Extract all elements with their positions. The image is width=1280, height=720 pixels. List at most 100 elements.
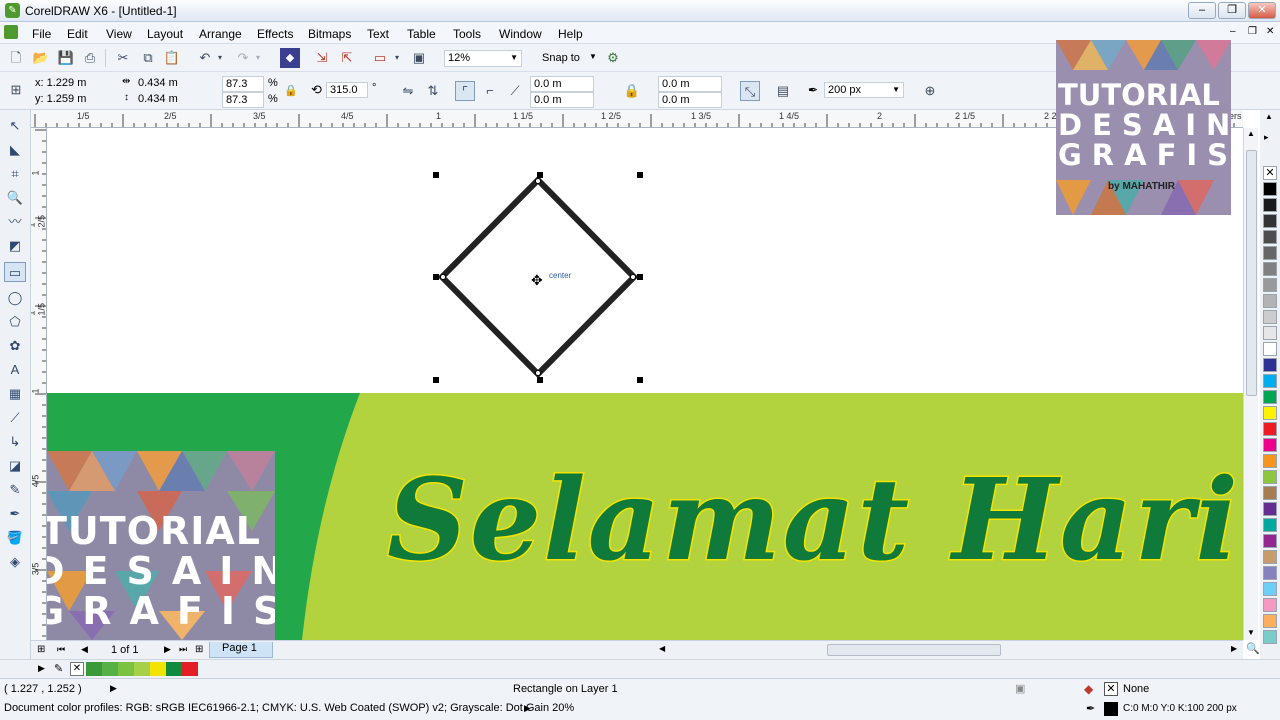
document-swatch[interactable]: [182, 662, 198, 676]
zoom-tool-icon[interactable]: 🔍: [4, 188, 26, 208]
menu-layout[interactable]: Layout: [147, 27, 183, 41]
document-swatch[interactable]: [166, 662, 182, 676]
pick-tool-icon[interactable]: ↖: [4, 116, 26, 136]
palette-swatch[interactable]: [1263, 518, 1277, 532]
scroll-thumb[interactable]: [1246, 150, 1257, 396]
relative-corner-scaling-icon[interactable]: ⤡: [740, 81, 760, 101]
round-corner-icon[interactable]: ⌜: [455, 81, 475, 101]
status-play-icon[interactable]: ▶: [110, 683, 117, 694]
navigator-zoom-icon[interactable]: 🔍: [1246, 642, 1260, 655]
search-content-icon[interactable]: ◆: [280, 48, 300, 68]
document-swatch[interactable]: [86, 662, 102, 676]
horizontal-scroll-thumb[interactable]: [827, 644, 1001, 656]
eyedropper-icon[interactable]: ✎: [54, 662, 63, 675]
palette-swatch[interactable]: [1263, 310, 1277, 324]
convert-to-curves-icon[interactable]: ⊕: [920, 81, 940, 101]
rectangle-tool-icon[interactable]: ▭: [4, 262, 26, 282]
minimize-button[interactable]: –: [1188, 2, 1216, 19]
palette-swatch[interactable]: [1263, 278, 1277, 292]
close-button[interactable]: ✕: [1248, 2, 1276, 19]
palette-swatch[interactable]: [1263, 598, 1277, 612]
undo-icon[interactable]: ↶: [195, 48, 215, 68]
shape-tool-icon[interactable]: ◣: [4, 140, 26, 160]
smart-fill-icon[interactable]: ◩: [4, 236, 26, 256]
outline-width-field[interactable]: 200 px ▼: [824, 82, 904, 98]
open-icon[interactable]: 📂: [31, 48, 51, 68]
palette-swatch[interactable]: [1263, 582, 1277, 596]
launcher-dropdown-icon[interactable]: ▾: [392, 48, 402, 68]
snap-to-label[interactable]: Snap to: [542, 52, 580, 64]
outline-tool-icon[interactable]: ✒: [4, 504, 26, 524]
palette-swatch[interactable]: [1263, 470, 1277, 484]
doc-close-icon[interactable]: ✕: [1266, 26, 1274, 37]
menu-tools[interactable]: Tools: [453, 27, 481, 41]
palette-play-icon[interactable]: ▶: [38, 663, 45, 674]
add-page-after-icon[interactable]: ⊞: [195, 644, 203, 655]
palette-swatch[interactable]: [1263, 262, 1277, 276]
no-color-swatch[interactable]: ✕: [1263, 166, 1277, 180]
interactive-fill-icon[interactable]: ◈: [4, 552, 26, 572]
palette-swatch[interactable]: [1263, 342, 1277, 356]
options-icon[interactable]: ⚙: [603, 48, 623, 68]
palette-swatch[interactable]: [1263, 182, 1277, 196]
eyedropper-tool-icon[interactable]: ✎: [4, 480, 26, 500]
x-position-label[interactable]: x: 1.229 m: [35, 77, 86, 89]
palette-swatch[interactable]: [1263, 614, 1277, 628]
previous-page-icon[interactable]: ◀: [81, 644, 88, 655]
palette-swatch[interactable]: [1263, 230, 1277, 244]
palette-swatch[interactable]: [1263, 326, 1277, 340]
palette-swatch[interactable]: [1263, 246, 1277, 260]
no-color-swatch[interactable]: ✕: [70, 662, 84, 676]
scroll-right-icon[interactable]: ▶: [1231, 644, 1237, 653]
document-swatch[interactable]: [118, 662, 134, 676]
undo-dropdown-icon[interactable]: ▾: [215, 48, 225, 68]
y-position-label[interactable]: y: 1.259 m: [35, 93, 86, 105]
welcome-screen-icon[interactable]: ▣: [409, 48, 429, 68]
corner-radius-2-field[interactable]: 0.0 m: [530, 92, 594, 108]
menu-text[interactable]: Text: [367, 27, 389, 41]
doc-restore-icon[interactable]: ❐: [1248, 26, 1257, 37]
rotation-angle-field[interactable]: 315.0: [326, 82, 368, 98]
menu-bitmaps[interactable]: Bitmaps: [308, 27, 351, 41]
add-page-before-icon[interactable]: ⊞: [37, 644, 45, 655]
mirror-horizontal-icon[interactable]: ⇋: [398, 81, 418, 101]
palette-scroll-up-icon[interactable]: ▲: [1265, 112, 1273, 121]
palette-swatch[interactable]: [1263, 406, 1277, 420]
document-swatch[interactable]: [134, 662, 150, 676]
interactive-tool-icon[interactable]: ◪: [4, 456, 26, 476]
palette-swatch[interactable]: [1263, 214, 1277, 228]
object-origin-icon[interactable]: ⊞: [6, 80, 26, 100]
first-page-icon[interactable]: ⏮: [57, 644, 65, 655]
application-launcher-icon[interactable]: ▭: [370, 48, 390, 68]
scroll-down-icon[interactable]: ▼: [1247, 628, 1255, 637]
new-document-icon[interactable]: 🗋: [6, 48, 26, 68]
palette-swatch[interactable]: [1263, 550, 1277, 564]
table-tool-icon[interactable]: ▦: [4, 384, 26, 404]
doc-minimize-icon[interactable]: –: [1230, 26, 1236, 37]
basic-shapes-icon[interactable]: ✿: [4, 336, 26, 356]
selected-rectangle[interactable]: ✥: [427, 168, 647, 388]
redo-icon[interactable]: ↷: [233, 48, 253, 68]
profiles-arrow-icon[interactable]: ▶: [524, 703, 531, 714]
polygon-tool-icon[interactable]: ⬠: [4, 312, 26, 332]
menu-effects[interactable]: Effects: [257, 27, 293, 41]
palette-swatch[interactable]: [1263, 422, 1277, 436]
palette-swatch[interactable]: [1263, 630, 1277, 644]
menu-view[interactable]: View: [106, 27, 132, 41]
palette-swatch[interactable]: [1263, 454, 1277, 468]
palette-swatch[interactable]: [1263, 390, 1277, 404]
palette-swatch[interactable]: [1263, 486, 1277, 500]
connector-tool-icon[interactable]: ↳: [4, 432, 26, 452]
menu-file[interactable]: File: [32, 27, 51, 41]
menu-help[interactable]: Help: [558, 27, 583, 41]
scale-y-field[interactable]: 87.3: [222, 92, 264, 108]
ellipse-tool-icon[interactable]: ◯: [4, 288, 26, 308]
freehand-tool-icon[interactable]: 〰: [4, 212, 26, 232]
document-swatch[interactable]: [150, 662, 166, 676]
document-swatch[interactable]: [102, 662, 118, 676]
palette-swatch[interactable]: [1263, 374, 1277, 388]
fill-none-swatch[interactable]: ✕: [1104, 682, 1118, 696]
maximize-button[interactable]: ❐: [1218, 2, 1246, 19]
scroll-left-icon[interactable]: ◀: [659, 644, 665, 653]
height-value[interactable]: 0.434 m: [138, 93, 178, 105]
